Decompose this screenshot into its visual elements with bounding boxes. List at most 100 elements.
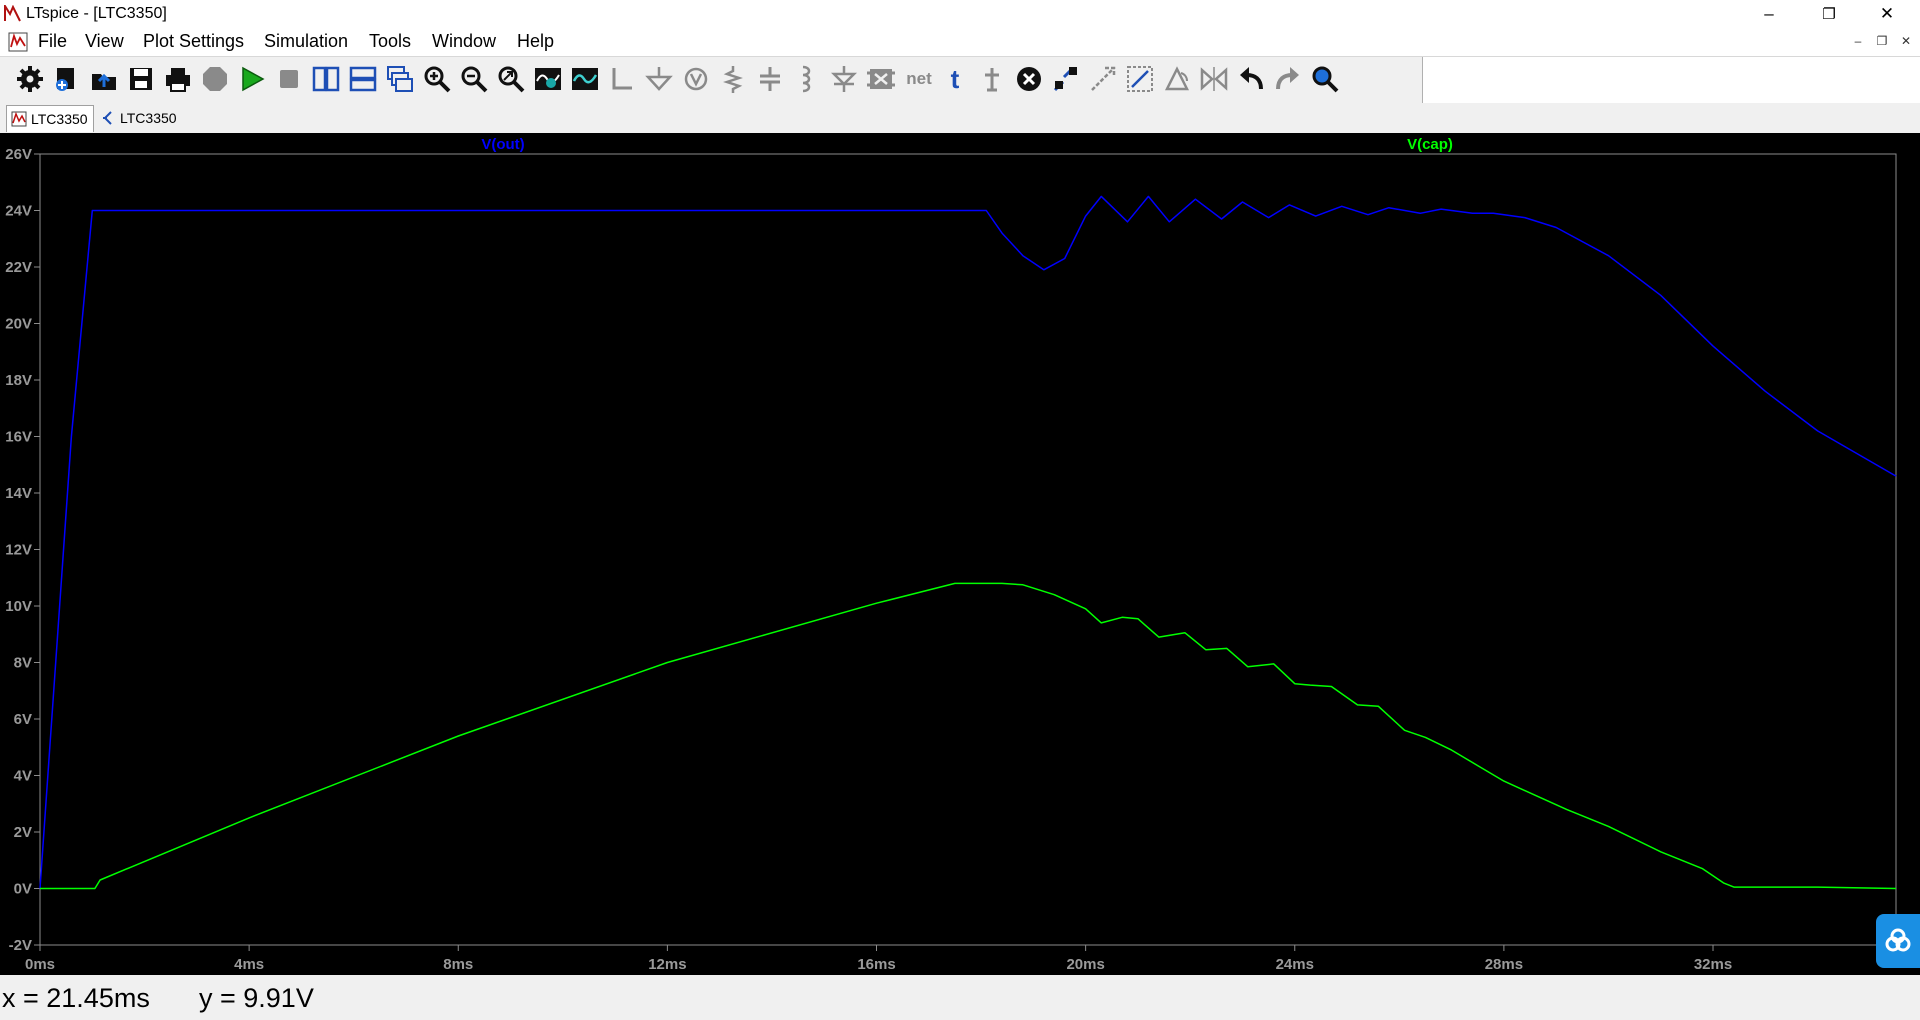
menu-tools[interactable]: Tools: [369, 31, 411, 52]
tab-schematic-ltc3350[interactable]: LTC3350: [96, 105, 186, 131]
move-icon[interactable]: [1088, 64, 1118, 94]
mirror-icon[interactable]: [1199, 64, 1229, 94]
x-tick-label: 16ms: [857, 956, 895, 973]
rotate-icon[interactable]: [1162, 64, 1192, 94]
x-tick-label: 24ms: [1276, 956, 1314, 973]
trace-label-1[interactable]: V(cap): [1407, 136, 1453, 153]
duplicate-icon[interactable]: [1051, 64, 1081, 94]
mdi-close-button[interactable]: ✕: [1898, 34, 1914, 48]
wire-icon[interactable]: [607, 64, 637, 94]
resistor-icon[interactable]: [718, 64, 748, 94]
menu-bar: File View Plot Settings Simulation Tools…: [0, 28, 1920, 56]
tab-label: LTC3350: [120, 110, 177, 126]
y-tick-label: -2V: [9, 937, 32, 954]
x-tick-label: 32ms: [1694, 956, 1732, 973]
y-tick-label: 20V: [5, 316, 32, 333]
menu-simulation[interactable]: Simulation: [264, 31, 348, 52]
y-tick-label: 4V: [14, 768, 32, 785]
toolbar-blank-panel: [1422, 57, 1920, 103]
close-button[interactable]: ✕: [1858, 0, 1916, 28]
document-tabs: LTC3350 LTC3350: [0, 103, 1920, 133]
restore-button[interactable]: ❐: [1800, 0, 1858, 28]
x-tick-label: 12ms: [648, 956, 686, 973]
status-bar: x = 21.45ms y = 9.91V: [0, 975, 1920, 1020]
y-tick-label: 16V: [5, 429, 32, 446]
floating-assistant-button[interactable]: [1876, 914, 1920, 968]
waveform-tab-icon: [11, 111, 27, 127]
title-bar: LTspice - [LTC3350] – ❐ ✕: [0, 0, 1920, 28]
x-tick-label: 4ms: [234, 956, 264, 973]
print-icon[interactable]: [163, 64, 193, 94]
zoom-fit-icon[interactable]: [496, 64, 526, 94]
plot-frame: [39, 153, 1897, 946]
new-schematic-icon[interactable]: [52, 64, 82, 94]
add-trace-icon[interactable]: [570, 64, 600, 94]
cascade-icon[interactable]: [385, 64, 415, 94]
y-tick-label: 24V: [5, 203, 32, 220]
y-tick-label: 22V: [5, 259, 32, 276]
x-tick-label: 0ms: [25, 956, 55, 973]
y-tick-label: 26V: [5, 146, 32, 163]
zoom-in-icon[interactable]: [422, 64, 452, 94]
net-label-icon[interactable]: net: [903, 64, 935, 94]
zoom-out-icon[interactable]: [459, 64, 489, 94]
mdi-minimize-button[interactable]: –: [1850, 34, 1866, 48]
series-line-0: [39, 195, 1897, 889]
component-icon[interactable]: [866, 64, 896, 94]
label-icon[interactable]: [681, 64, 711, 94]
cursor-x-readout: x = 21.45ms: [2, 983, 150, 1013]
redo-icon[interactable]: [1273, 64, 1303, 94]
text-glyph: t: [950, 63, 960, 94]
y-tick-label: 12V: [5, 542, 32, 559]
ground-icon[interactable]: [644, 64, 674, 94]
y-tick-label: 18V: [5, 372, 32, 389]
net-label-text: net: [906, 69, 932, 88]
waveform-chart[interactable]: -2V 0V 2V 4V 6V 8V 10V 12V 14V 16V 18V 20V 22V 24V 26V…: [0, 133, 1920, 975]
menu-window[interactable]: Window: [432, 31, 496, 52]
trace-label-0[interactable]: V(out): [481, 136, 524, 153]
save-icon[interactable]: [126, 64, 156, 94]
undo-icon[interactable]: [1236, 64, 1266, 94]
ltspice-app-icon: [4, 5, 21, 22]
cursor-y-readout: y = 9.91V: [199, 983, 314, 1013]
schematic-tab-icon: [103, 111, 112, 125]
tab-waveform-ltc3350[interactable]: LTC3350: [6, 105, 94, 132]
run-icon[interactable]: [237, 64, 267, 94]
tile-vertical-icon[interactable]: [311, 64, 341, 94]
x-tick-label: 28ms: [1485, 956, 1523, 973]
open-icon[interactable]: [89, 64, 119, 94]
toolbar: net t: [0, 56, 1920, 104]
waveform-plot-pane[interactable]: -2V 0V 2V 4V 6V 8V 10V 12V 14V 16V 18V 20V 22V 24V 26V…: [0, 133, 1920, 975]
capacitor-icon[interactable]: [755, 64, 785, 94]
menu-help[interactable]: Help: [517, 31, 554, 52]
x-tick-label: 8ms: [443, 956, 473, 973]
window-title: LTspice - [LTC3350]: [26, 5, 167, 22]
gear-icon[interactable]: [15, 64, 45, 94]
tab-label: LTC3350: [31, 111, 88, 127]
diode-icon[interactable]: [829, 64, 859, 94]
x-tick-label: 20ms: [1066, 956, 1104, 973]
mdi-restore-button[interactable]: ❐: [1874, 34, 1890, 48]
autorange-icon[interactable]: [533, 64, 563, 94]
delete-icon[interactable]: [1014, 64, 1044, 94]
text-icon[interactable]: t: [940, 64, 970, 94]
stop-icon[interactable]: [274, 64, 304, 94]
drag-icon[interactable]: [1125, 64, 1155, 94]
assistant-icon: [1885, 928, 1911, 952]
waveform-doc-icon[interactable]: [8, 32, 28, 52]
halt-icon[interactable]: [200, 64, 230, 94]
menu-plot-settings[interactable]: Plot Settings: [143, 31, 244, 52]
inductor-icon[interactable]: [792, 64, 822, 94]
tile-horizontal-icon[interactable]: [348, 64, 378, 94]
find-icon[interactable]: [1310, 64, 1340, 94]
menu-file[interactable]: File: [38, 31, 67, 52]
y-tick-label: 14V: [5, 485, 32, 502]
menu-view[interactable]: View: [85, 31, 124, 52]
y-tick-label: 0V: [14, 881, 32, 898]
spice-directive-icon[interactable]: [977, 64, 1007, 94]
y-tick-label: 8V: [14, 655, 32, 672]
minimize-button[interactable]: –: [1740, 0, 1798, 28]
y-tick-label: 2V: [14, 824, 32, 841]
series-line-1: [40, 582, 1897, 890]
y-tick-label: 6V: [14, 711, 32, 728]
